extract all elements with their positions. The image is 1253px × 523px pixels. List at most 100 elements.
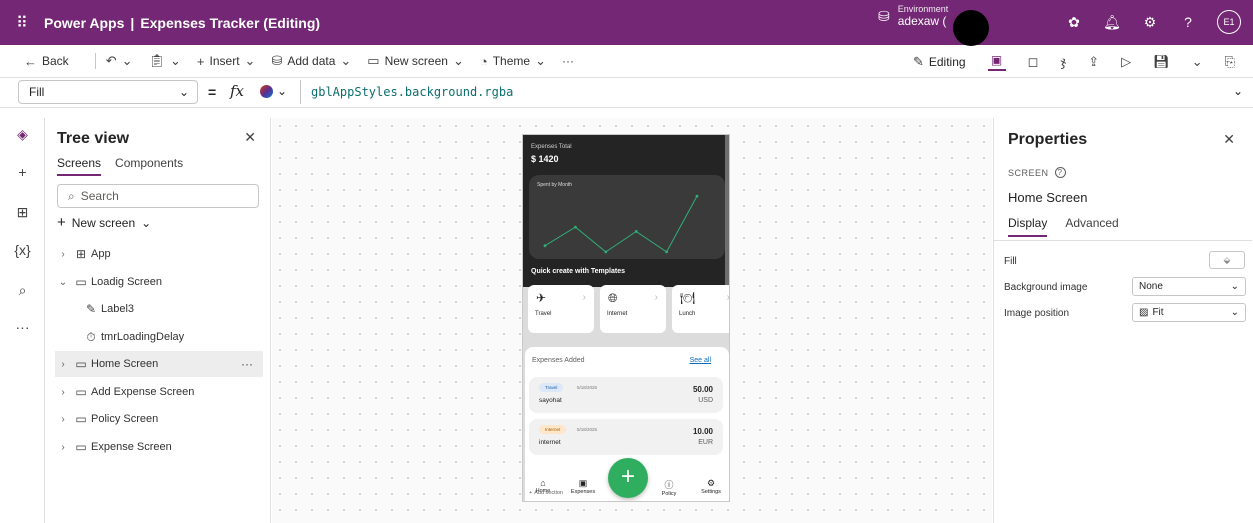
more-button[interactable]: ··· — [562, 54, 574, 68]
travel-icon: ✈︎ — [536, 291, 547, 305]
play-icon[interactable]: ▷ — [1121, 54, 1131, 70]
tree-tabs: Screens Components — [57, 156, 183, 176]
tree-item-policy-screen[interactable]: › ▭ Policy Screen — [55, 406, 263, 432]
template-card-internet[interactable]: 🌐︎ › Internet — [600, 285, 666, 333]
formula-input[interactable]: gblAppStyles.background.rgba — [300, 80, 1224, 104]
expense-amount: 50.00 — [692, 385, 713, 394]
data-icon[interactable]: ⊞ — [0, 198, 45, 226]
tree-item-expense-screen[interactable]: › ▭ Expense Screen — [55, 434, 263, 460]
publish-icon[interactable]: ⎘ — [1225, 54, 1235, 70]
tab-display[interactable]: Display — [1008, 216, 1048, 237]
nav-policy[interactable]: ⓘ Policy — [651, 478, 687, 497]
app-launcher-icon[interactable]: ⠿ — [0, 13, 44, 33]
nav-expenses[interactable]: ▣ Expenses — [565, 478, 601, 495]
chevron-down-icon: ⌄ — [1230, 281, 1239, 292]
copilot-icon[interactable]: ✿ — [1065, 14, 1083, 31]
more-icon[interactable]: ··· — [241, 357, 253, 371]
close-icon[interactable]: ✕ — [1223, 131, 1235, 148]
help-icon[interactable]: ? — [1179, 14, 1197, 30]
spent-by-month-chart[interactable]: Spent by Month — [529, 175, 725, 259]
background-image-dropdown[interactable]: None ⌄ — [1132, 277, 1246, 296]
tab-advanced[interactable]: Advanced — [1065, 216, 1118, 237]
left-rail: ◈ + ⊞ {x} ⌕ ··· — [0, 118, 45, 523]
chevron-down-icon[interactable]: ⌄ — [55, 277, 71, 288]
image-position-label: Image position — [1004, 308, 1070, 319]
chevron-down-icon: ⌄ — [277, 84, 288, 98]
variables-icon[interactable]: {x} — [0, 236, 45, 264]
search-input[interactable]: ⌕ Search — [57, 184, 259, 208]
chevron-down-icon[interactable]: ⌄ — [1192, 54, 1203, 70]
template-card-travel[interactable]: ✈︎ › Travel — [528, 285, 594, 333]
screen-icon: ▭ — [75, 385, 87, 399]
help-icon[interactable]: ? — [1054, 167, 1066, 178]
expense-item[interactable]: Internet 5/18/2025 internet 10.00 EUR — [529, 419, 723, 455]
tree-item-loading-screen[interactable]: ⌄ ▭ Loadig Screen — [55, 269, 263, 295]
expense-date: 5/18/2025 — [577, 385, 598, 390]
design-canvas[interactable]: Expenses Total $ 1420 Spent by Month Qui… — [272, 118, 992, 523]
chevron-right-icon[interactable]: › — [55, 249, 71, 260]
tree-item-timer[interactable]: ⏱︎ tmrLoadingDelay — [55, 324, 263, 350]
editing-button[interactable]: ✎ Editing — [913, 54, 966, 70]
expense-name: sayohat — [539, 397, 562, 404]
tab-components[interactable]: Components — [115, 156, 183, 176]
gear-icon[interactable]: ⚙ — [1141, 14, 1159, 31]
environment-name: adexaw ( — [897, 13, 947, 28]
tree-item-home-screen[interactable]: › ▭ Home Screen ··· — [55, 351, 263, 377]
copilot-formula-button[interactable]: ⌄ — [260, 84, 287, 98]
fill-color-picker[interactable]: ⬙ — [1209, 251, 1245, 269]
expense-item[interactable]: Travel 5/18/2025 sayohat 50.00 USD — [529, 377, 723, 413]
add-data-button[interactable]: ⛁ Add data ⌄ — [271, 53, 351, 69]
chevron-down-icon: ⌄ — [244, 53, 256, 68]
new-screen-button[interactable]: ▭ New screen ⌄ — [367, 53, 464, 69]
tab-screens[interactable]: Screens — [57, 156, 102, 176]
bell-icon[interactable]: 🔔︎ — [1103, 14, 1121, 31]
comment-icon[interactable]: ◻ — [1028, 54, 1039, 70]
insert-button[interactable]: + Insert ⌄ — [197, 53, 256, 69]
scrollbar[interactable] — [725, 135, 729, 285]
tree-view-icon[interactable]: ◈ — [0, 120, 45, 148]
environment-picker[interactable]: ⛁ Environment adexaw ( — [878, 4, 948, 28]
chevron-right-icon[interactable]: › — [55, 359, 71, 370]
image-position-dropdown[interactable]: ▨ Fit ⌄ — [1132, 303, 1246, 322]
save-icon[interactable]: 💾︎ — [1153, 54, 1170, 70]
expense-amount: 10.00 — [692, 427, 713, 436]
background-image-label: Background image — [1004, 282, 1088, 293]
theme-button[interactable]: ◔ Theme ⌄ — [480, 53, 546, 69]
chevron-right-icon[interactable]: › — [55, 387, 71, 398]
more-icon[interactable]: ··· — [0, 313, 45, 341]
paste-button[interactable]: 📋︎ ⌄ — [149, 53, 181, 69]
add-expense-fab[interactable]: + — [608, 458, 648, 498]
chevron-right-icon[interactable]: › — [55, 442, 71, 453]
share-icon[interactable]: ⇪ — [1088, 54, 1099, 70]
label-icon: ✎ — [85, 302, 97, 316]
insert-icon[interactable]: + — [0, 158, 45, 186]
home-screen-preview[interactable]: Expenses Total $ 1420 Spent by Month Qui… — [522, 134, 730, 502]
tree-view-panel: Tree view ✕ Screens Components ⌕ Search … — [45, 118, 271, 523]
property-dropdown[interactable]: Fill ⌄ — [18, 80, 198, 104]
see-all-link[interactable]: See all — [690, 357, 711, 364]
expenses-added-title: Expenses Added — [532, 357, 585, 364]
chevron-down-icon[interactable]: ⌄ — [1233, 84, 1243, 98]
tree-item-app[interactable]: › ⊞ App — [55, 241, 263, 267]
app-checker-icon[interactable]: ▣ — [987, 53, 1006, 71]
tree-item-add-expense-screen[interactable]: › ▭ Add Expense Screen — [55, 379, 263, 405]
close-icon[interactable]: ✕ — [244, 129, 256, 146]
nav-settings[interactable]: ⚙ Settings — [693, 478, 729, 495]
gear-icon: ⚙ — [706, 478, 716, 488]
chart-point — [665, 250, 668, 254]
control-type: SCREEN ? — [1008, 167, 1066, 178]
tree-item-label3[interactable]: ✎ Label3 — [55, 296, 263, 322]
divider — [994, 240, 1252, 241]
chart-point — [543, 244, 547, 248]
add-section-button[interactable]: + Add section — [529, 490, 563, 496]
chevron-down-icon: ⌄ — [141, 215, 152, 230]
avatar[interactable]: E1 — [1217, 10, 1241, 34]
back-button[interactable]: ← Back — [24, 54, 69, 69]
undo-button[interactable]: ↶ ⌄ — [106, 53, 133, 69]
chevron-right-icon[interactable]: › — [55, 414, 71, 425]
environment-icon: ⛁ — [878, 8, 890, 25]
stethoscope-icon[interactable]: ჯ — [1060, 54, 1066, 70]
search-icon[interactable]: ⌕ — [0, 276, 45, 304]
new-screen-button[interactable]: + New screen ⌄ — [57, 214, 151, 231]
template-card-lunch[interactable]: 🍽︎ › Lunch — [672, 285, 729, 333]
